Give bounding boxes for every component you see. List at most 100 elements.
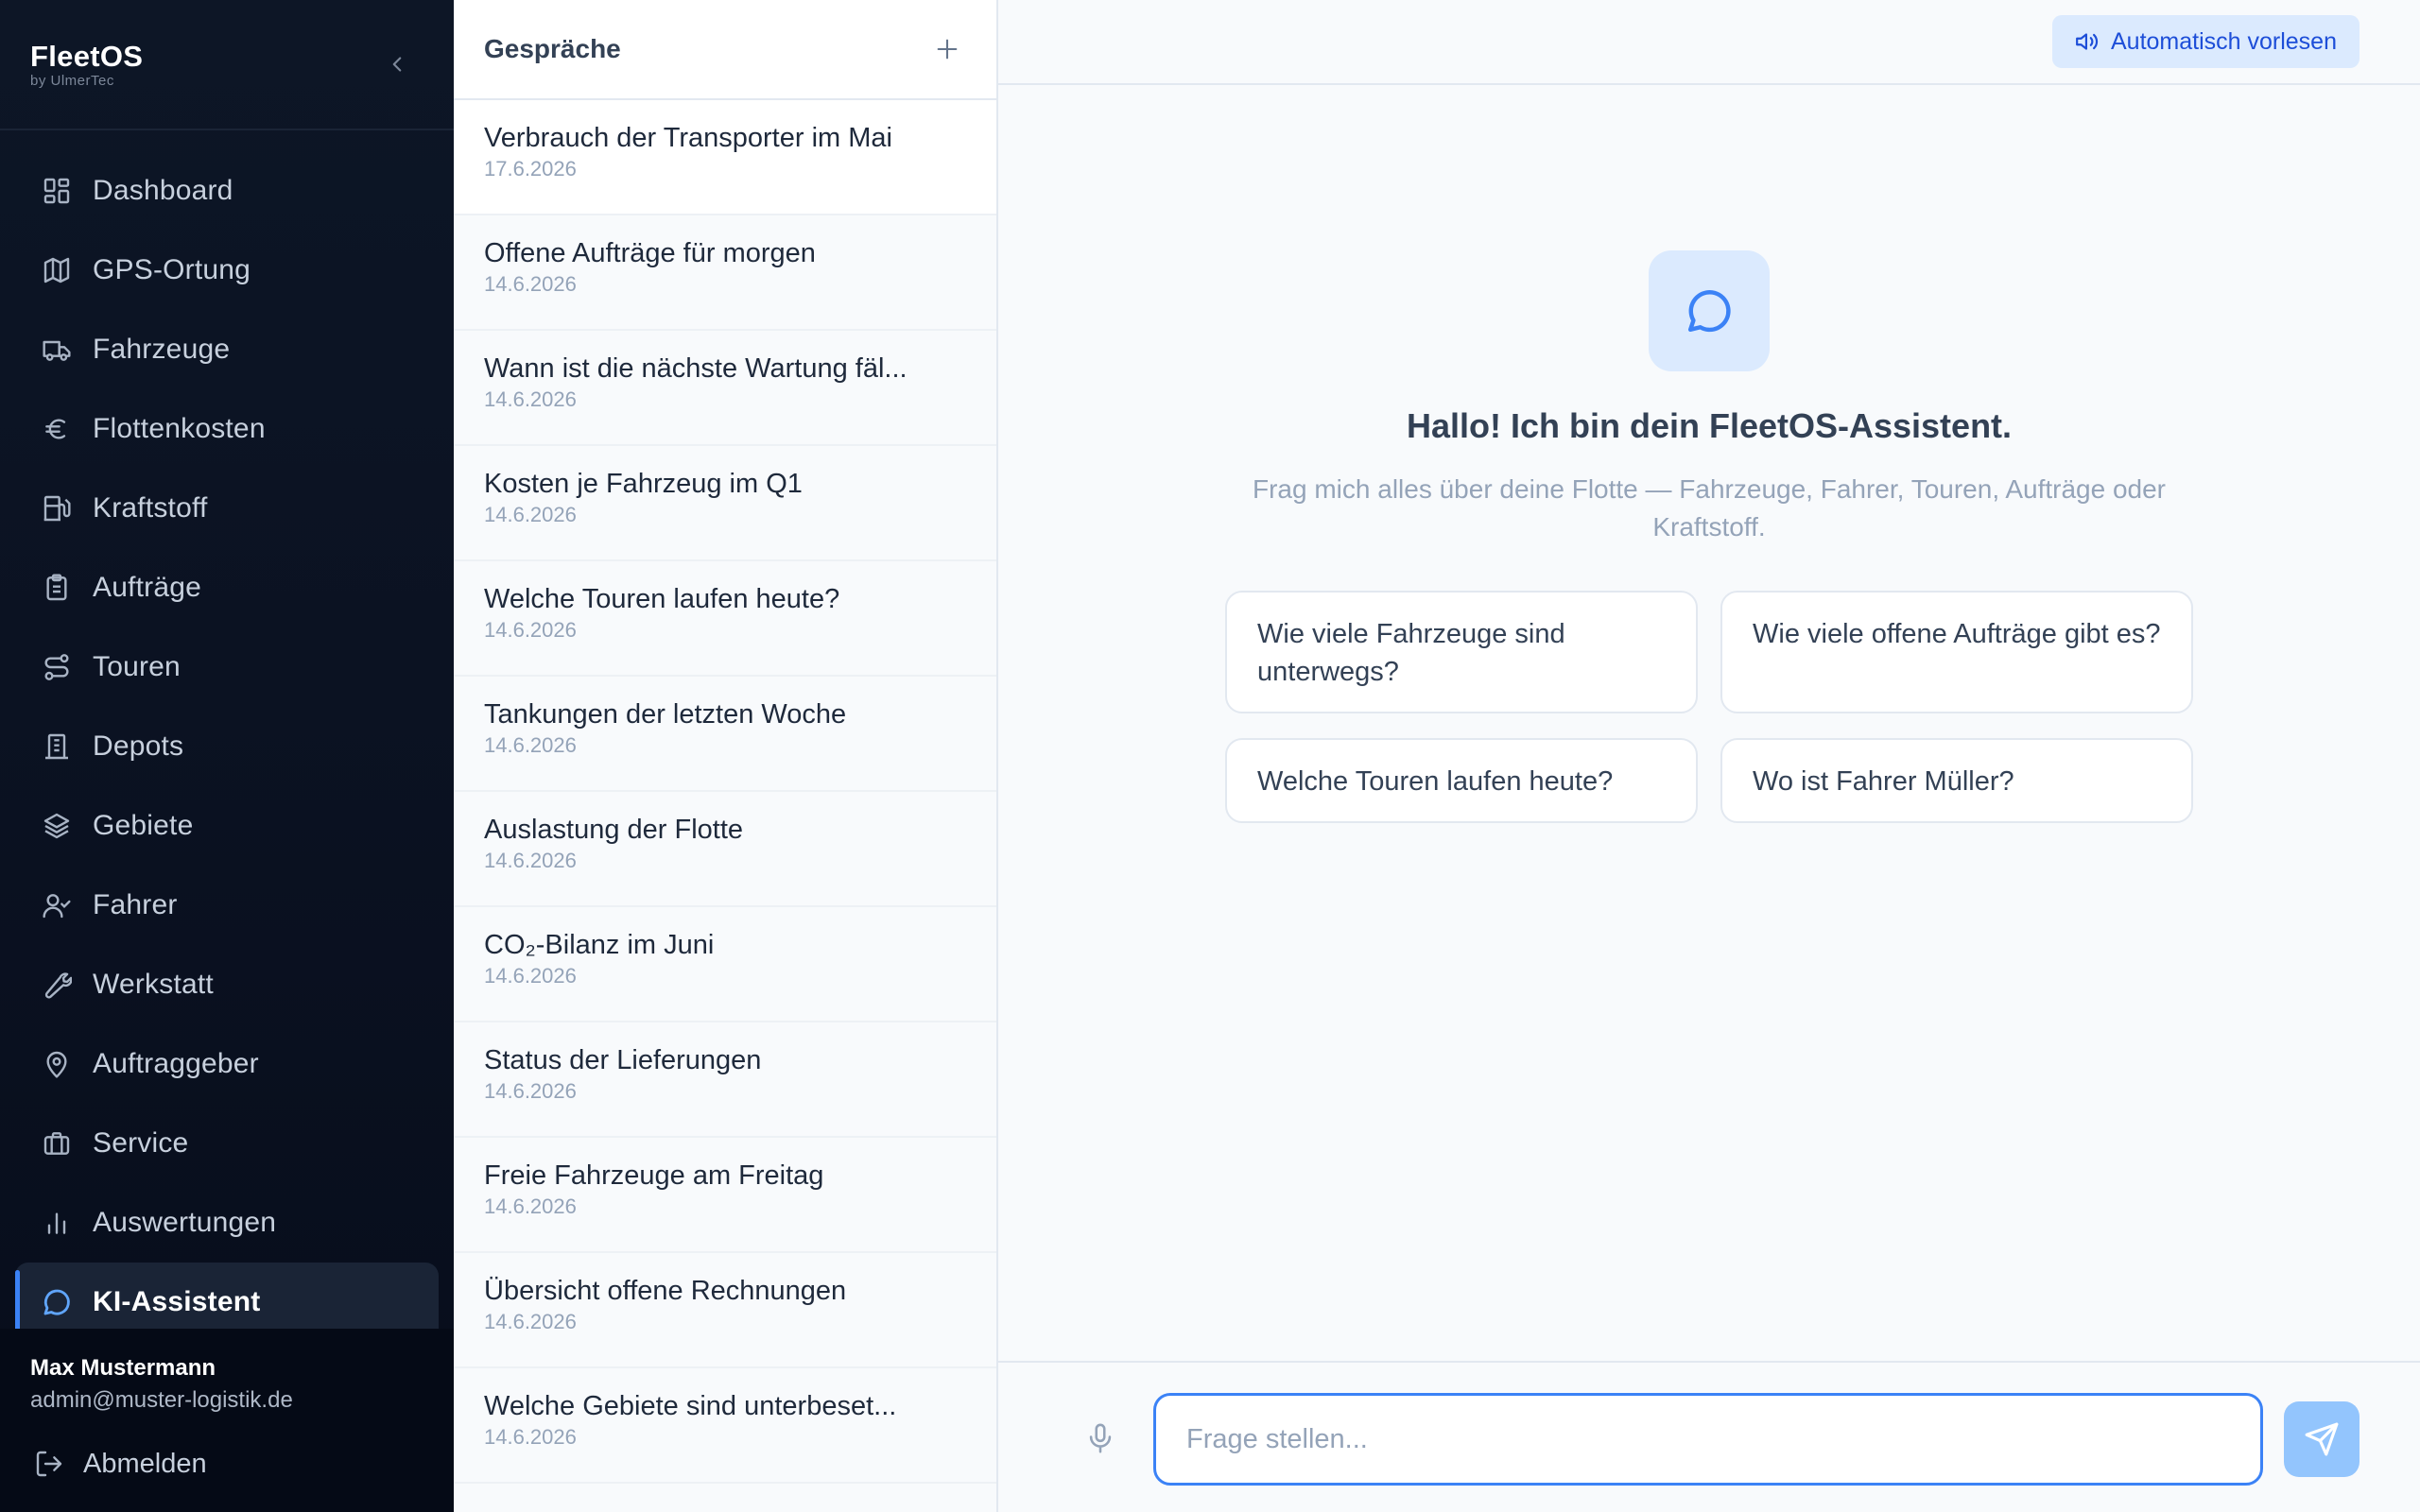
sidebar-item-gebiete[interactable]: Gebiete bbox=[15, 786, 439, 866]
sidebar-item-label: Auftraggeber bbox=[93, 1048, 259, 1079]
conversation-item[interactable]: Wann ist die nächste Wartung fäl... 14.6… bbox=[454, 331, 996, 446]
clipboard-icon bbox=[38, 569, 76, 607]
sidebar-item-service[interactable]: Service bbox=[15, 1104, 439, 1183]
conversation-date: 17.6.2026 bbox=[484, 157, 577, 180]
conversation-date: 14.6.2026 bbox=[484, 964, 577, 988]
sidebar-item-auftraggeber[interactable]: Auftraggeber bbox=[15, 1024, 439, 1104]
user-email: admin@muster-logistik.de bbox=[30, 1387, 293, 1413]
sidebar: FleetOS by UlmerTec Dashboard GPS-Ortung… bbox=[0, 0, 454, 1512]
layers-icon bbox=[38, 807, 76, 845]
conversation-title: Kosten je Fahrzeug im Q1 bbox=[484, 469, 803, 499]
logout-label: Abmelden bbox=[83, 1448, 207, 1479]
sidebar-item-kraftstoff[interactable]: Kraftstoff bbox=[15, 469, 439, 548]
welcome-title: Hallo! Ich bin dein FleetOS-Assistent. bbox=[1406, 406, 2013, 445]
wrench-icon bbox=[38, 966, 76, 1004]
fuel-icon bbox=[38, 490, 76, 527]
conversation-title: Verbrauch der Transporter im Mai bbox=[484, 123, 892, 153]
message-composer bbox=[998, 1361, 2420, 1512]
conversation-title: Tankungen der letzten Woche bbox=[484, 699, 847, 730]
bar-chart-icon bbox=[38, 1204, 76, 1242]
map-icon bbox=[38, 251, 76, 289]
conversation-item[interactable]: Kosten je Fahrzeug im Q1 14.6.2026 bbox=[454, 446, 996, 561]
conversation-date: 14.6.2026 bbox=[484, 618, 577, 642]
new-conversation-button[interactable] bbox=[928, 30, 966, 68]
conversation-title: Offene Aufträge für morgen bbox=[484, 238, 816, 268]
conversation-title: Welche Touren laufen heute? bbox=[484, 584, 840, 614]
conversation-header: Gespräche bbox=[454, 0, 996, 100]
logout-button[interactable]: Abmelden bbox=[30, 1440, 238, 1487]
sidebar-item-depots[interactable]: Depots bbox=[15, 707, 439, 786]
conversation-item[interactable]: Status der Lieferungen 14.6.2026 bbox=[454, 1022, 996, 1138]
sidebar-item-touren[interactable]: Touren bbox=[15, 627, 439, 707]
conversation-title: Status der Lieferungen bbox=[484, 1045, 762, 1075]
conversation-item[interactable]: Tankungen der letzten Woche 14.6.2026 bbox=[454, 677, 996, 792]
sidebar-item-label: Gebiete bbox=[93, 810, 194, 841]
brand-name: FleetOS bbox=[30, 40, 144, 73]
sidebar-item-werkstatt[interactable]: Werkstatt bbox=[15, 945, 439, 1024]
suggestion-button[interactable]: Wie viele Fahrzeuge sind unterwegs? bbox=[1225, 591, 1698, 713]
speaker-icon bbox=[2075, 29, 2100, 54]
conversation-date: 14.6.2026 bbox=[484, 849, 577, 872]
euro-icon bbox=[38, 410, 76, 448]
building-icon bbox=[38, 728, 76, 765]
suggestion-button[interactable]: Wo ist Fahrer Müller? bbox=[1720, 738, 2193, 823]
sidebar-item-auswertungen[interactable]: Auswertungen bbox=[15, 1183, 439, 1263]
assistant-chat-icon bbox=[1649, 250, 1770, 371]
chat-area: Automatisch vorlesen Hallo! Ich bin dein… bbox=[998, 0, 2420, 1512]
chat-input[interactable] bbox=[1153, 1393, 2263, 1486]
user-profile: Max Mustermann admin@muster-logistik.de … bbox=[0, 1329, 454, 1512]
suggestion-button[interactable]: Wie viele offene Aufträge gibt es? bbox=[1720, 591, 2193, 713]
sidebar-item-label: Werkstatt bbox=[93, 969, 214, 1000]
sidebar-item-gps-ortung[interactable]: GPS-Ortung bbox=[15, 231, 439, 310]
conversation-item[interactable]: Verbrauch der Transporter im Mai 17.6.20… bbox=[454, 100, 996, 215]
conversation-date: 14.6.2026 bbox=[484, 387, 577, 411]
conversation-title: Welche Gebiete sind unterbeset... bbox=[484, 1391, 897, 1421]
conversation-title: Freie Fahrzeuge am Freitag bbox=[484, 1160, 824, 1191]
briefcase-icon bbox=[38, 1125, 76, 1162]
conversation-title: Auslastung der Flotte bbox=[484, 815, 744, 845]
conversation-date: 14.6.2026 bbox=[484, 1425, 577, 1449]
conversation-date: 14.6.2026 bbox=[484, 733, 577, 757]
sidebar-nav: Dashboard GPS-Ortung Fahrzeuge Flottenko… bbox=[15, 151, 439, 1342]
conversation-item[interactable]: Übersicht offene Rechnungen 14.6.2026 bbox=[454, 1253, 996, 1368]
send-button[interactable] bbox=[2284, 1401, 2360, 1477]
conversation-title: Wann ist die nächste Wartung fäl... bbox=[484, 353, 908, 384]
send-icon bbox=[2305, 1422, 2339, 1456]
sidebar-item-dashboard[interactable]: Dashboard bbox=[15, 151, 439, 231]
microphone-icon bbox=[1089, 1423, 1112, 1453]
sidebar-item-label: Dashboard bbox=[93, 175, 233, 206]
sidebar-divider bbox=[0, 129, 454, 130]
dashboard-icon bbox=[38, 172, 76, 210]
conversation-title: CO₂-Bilanz im Juni bbox=[484, 930, 715, 960]
collapse-sidebar-button[interactable] bbox=[378, 45, 416, 83]
voice-input-button[interactable] bbox=[1078, 1416, 1123, 1461]
conversation-date: 14.6.2026 bbox=[484, 1310, 577, 1333]
map-pin-icon bbox=[38, 1045, 76, 1083]
sidebar-item-label: Kraftstoff bbox=[93, 492, 208, 524]
sidebar-item-label: Service bbox=[93, 1127, 189, 1159]
sidebar-item-flottenkosten[interactable]: Flottenkosten bbox=[15, 389, 439, 469]
plus-icon bbox=[937, 39, 958, 60]
conversation-item[interactable]: Offene Aufträge für morgen 14.6.2026 bbox=[454, 215, 996, 331]
conversation-panel-title: Gespräche bbox=[484, 34, 621, 63]
welcome-subtitle: Frag mich alles über deine Flotte — Fahr… bbox=[1253, 474, 2166, 541]
sidebar-item-fahrer[interactable]: Fahrer bbox=[15, 866, 439, 945]
conversation-item[interactable]: Welche Gebiete sind unterbeset... 14.6.2… bbox=[454, 1368, 996, 1484]
sidebar-item-label: Flottenkosten bbox=[93, 413, 266, 444]
suggestion-button[interactable]: Welche Touren laufen heute? bbox=[1225, 738, 1698, 823]
brand-subtitle: by UlmerTec bbox=[30, 73, 114, 89]
sidebar-item-fahrzeuge[interactable]: Fahrzeuge bbox=[15, 310, 439, 389]
sidebar-item-label: Aufträge bbox=[93, 572, 202, 603]
brand-logo[interactable]: FleetOS by UlmerTec bbox=[30, 40, 143, 89]
conversation-date: 14.6.2026 bbox=[484, 1079, 577, 1103]
sidebar-item-auftraege[interactable]: Aufträge bbox=[15, 548, 439, 627]
chat-toolbar: Automatisch vorlesen bbox=[998, 0, 2420, 85]
conversation-item[interactable]: Auslastung der Flotte 14.6.2026 bbox=[454, 792, 996, 907]
chat-bubble-icon bbox=[38, 1283, 76, 1321]
auto-read-aloud-button[interactable]: Automatisch vorlesen bbox=[2051, 15, 2360, 68]
user-name: Max Mustermann bbox=[30, 1355, 216, 1381]
conversation-item[interactable]: Welche Touren laufen heute? 14.6.2026 bbox=[454, 561, 996, 677]
sidebar-item-label: Auswertungen bbox=[93, 1207, 277, 1238]
conversation-item[interactable]: CO₂-Bilanz im Juni 14.6.2026 bbox=[454, 907, 996, 1022]
conversation-item[interactable]: Freie Fahrzeuge am Freitag 14.6.2026 bbox=[454, 1138, 996, 1253]
